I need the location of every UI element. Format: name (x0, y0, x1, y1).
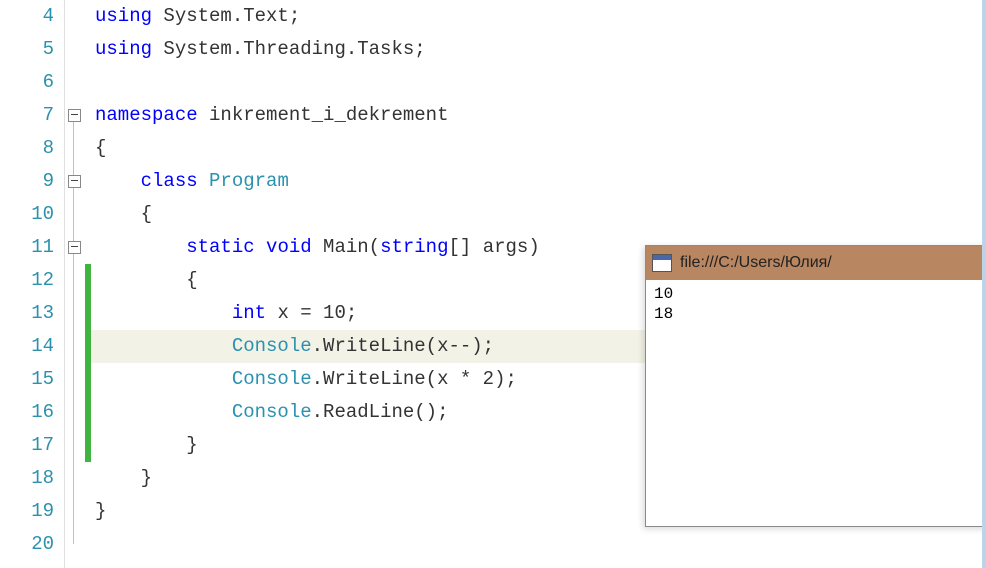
line-number: 19 (0, 495, 54, 528)
line-number: 7 (0, 99, 54, 132)
code-line[interactable]: { (91, 198, 986, 231)
fold-toggle-icon[interactable] (68, 109, 81, 122)
console-icon (652, 254, 672, 272)
line-number: 9 (0, 165, 54, 198)
fold-column[interactable] (65, 0, 85, 568)
line-number: 12 (0, 264, 54, 297)
code-line[interactable]: namespace inkrement_i_dekrement (91, 99, 986, 132)
console-title-text: file:///C:/Users/Юлия/ (680, 254, 832, 272)
line-number: 16 (0, 396, 54, 429)
console-line: 10 (654, 284, 979, 304)
line-number: 11 (0, 231, 54, 264)
right-border (982, 0, 986, 568)
line-number: 14 (0, 330, 54, 363)
line-number: 8 (0, 132, 54, 165)
line-number: 18 (0, 462, 54, 495)
line-number: 17 (0, 429, 54, 462)
code-line[interactable] (91, 66, 986, 99)
line-number: 10 (0, 198, 54, 231)
line-number: 20 (0, 528, 54, 561)
line-number: 15 (0, 363, 54, 396)
code-line[interactable]: { (91, 132, 986, 165)
fold-toggle-icon[interactable] (68, 241, 81, 254)
console-line: 18 (654, 304, 979, 324)
line-number: 5 (0, 33, 54, 66)
line-number-gutter: 4567891011121314151617181920 (0, 0, 65, 568)
code-line[interactable]: class Program (91, 165, 986, 198)
fold-toggle-icon[interactable] (68, 175, 81, 188)
line-number: 4 (0, 0, 54, 33)
code-line[interactable] (91, 528, 986, 561)
console-window[interactable]: file:///C:/Users/Юлия/ 1018 (645, 245, 986, 527)
code-line[interactable]: using System.Text; (91, 0, 986, 33)
line-number: 13 (0, 297, 54, 330)
console-titlebar[interactable]: file:///C:/Users/Юлия/ (646, 246, 986, 280)
console-output: 1018 (646, 280, 986, 328)
line-number: 6 (0, 66, 54, 99)
code-line[interactable]: using System.Threading.Tasks; (91, 33, 986, 66)
